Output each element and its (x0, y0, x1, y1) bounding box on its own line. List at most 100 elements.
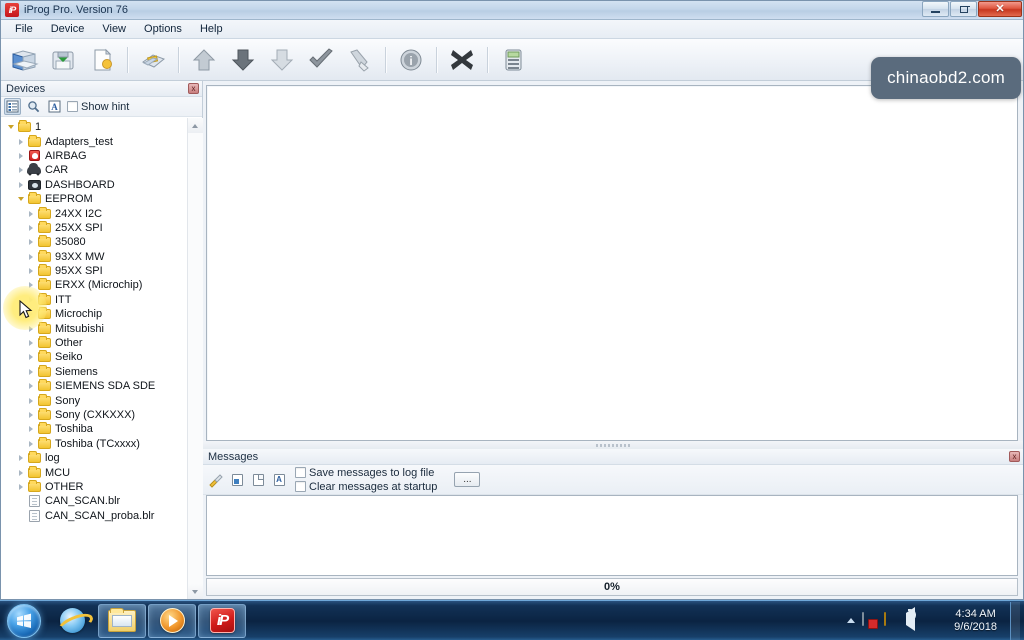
taskbar-windows-explorer[interactable] (98, 603, 146, 638)
show-hint-checkbox-row[interactable]: Show hint (67, 101, 129, 113)
message-font-button[interactable]: A (271, 472, 287, 488)
tray-volume-icon[interactable] (906, 607, 921, 631)
tree-node-expander-icon[interactable] (15, 167, 26, 174)
tree-node[interactable]: EEPROM (1, 192, 187, 206)
tree-node-expander-icon[interactable] (25, 268, 36, 275)
menu-item-options[interactable]: Options (136, 21, 190, 37)
tree-node-expander-icon[interactable] (5, 125, 16, 130)
tray-network-icon[interactable] (862, 612, 877, 628)
start-button[interactable] (2, 602, 46, 640)
scroll-down-button[interactable] (187, 584, 203, 599)
taskbar-internet-explorer[interactable] (48, 604, 96, 638)
tree-node[interactable]: log (1, 451, 187, 465)
tree-node-expander-icon[interactable] (25, 368, 36, 375)
menu-item-device[interactable]: Device (43, 21, 93, 37)
restore-button[interactable] (950, 1, 977, 17)
tree-node[interactable]: 24XX I2C (1, 206, 187, 220)
menu-item-file[interactable]: File (7, 21, 41, 37)
devices-tree-scrollbar[interactable] (187, 118, 203, 599)
tree-node[interactable]: CAR (1, 163, 187, 177)
tree-node[interactable]: CAN_SCAN.blr (1, 494, 187, 508)
tree-node-expander-icon[interactable] (25, 440, 36, 447)
tree-node-expander-icon[interactable] (25, 282, 36, 289)
verify-download-button[interactable] (263, 42, 301, 78)
new-file-button[interactable] (83, 42, 121, 78)
tree-node-expander-icon[interactable] (25, 397, 36, 404)
tree-node[interactable]: Siemens (1, 364, 187, 379)
read-button[interactable] (185, 42, 223, 78)
main-content-area[interactable] (206, 85, 1018, 441)
tree-node[interactable]: Adapters_test (1, 134, 187, 148)
tree-node[interactable]: 1 (1, 120, 187, 134)
tray-action-center-icon[interactable] (884, 612, 899, 628)
tree-node[interactable]: ITT (1, 292, 187, 307)
tree-node-expander-icon[interactable] (25, 383, 36, 390)
tree-node[interactable]: Microchip (1, 307, 187, 321)
save-messages-to-log-checkbox[interactable] (295, 467, 306, 478)
copy-messages-button[interactable] (250, 472, 266, 488)
tree-node-expander-icon[interactable] (25, 210, 36, 217)
tree-node-expander-icon[interactable] (15, 181, 26, 188)
tree-node[interactable]: 35080 (1, 235, 187, 249)
tree-node-expander-icon[interactable] (15, 483, 26, 490)
font-button[interactable]: A (46, 98, 63, 115)
taskbar-iprog[interactable]: iP (198, 603, 246, 638)
info-button[interactable]: i (392, 42, 430, 78)
menu-item-help[interactable]: Help (192, 21, 231, 37)
search-button[interactable] (25, 98, 42, 115)
clear-messages-at-startup-row[interactable]: Clear messages at startup (295, 481, 437, 493)
clear-messages-at-startup-checkbox[interactable] (295, 481, 306, 492)
taskbar-media-player[interactable] (148, 603, 196, 638)
messages-list[interactable] (206, 495, 1018, 576)
tree-node-expander-icon[interactable] (15, 455, 26, 462)
taskbar-clock[interactable]: 4:34 AM 9/6/2018 (950, 608, 1003, 634)
open-file-button[interactable] (5, 42, 43, 78)
verify-button[interactable] (302, 42, 340, 78)
title-bar[interactable]: iP iProg Pro. Version 76 ✕ (1, 1, 1023, 20)
clear-messages-button[interactable] (208, 472, 224, 488)
tree-node-expander-icon[interactable] (25, 412, 36, 418)
devices-tree[interactable]: 1 Adapters_test AIRBAG CAR DASHBOARD EEPROM 24… (1, 118, 187, 599)
show-hidden-icons-icon[interactable] (847, 618, 856, 623)
tree-node[interactable]: 25XX SPI (1, 220, 187, 235)
minimize-button[interactable] (922, 1, 949, 17)
menu-item-view[interactable]: View (94, 21, 134, 37)
devices-panel-close-icon[interactable]: x (188, 83, 199, 94)
tree-node[interactable]: Sony (CXKXXX) (1, 408, 187, 422)
tree-node[interactable]: Toshiba (1, 422, 187, 436)
tree-view-button[interactable] (4, 98, 21, 115)
tree-node-expander-icon[interactable] (25, 340, 36, 347)
save-messages-button[interactable] (229, 472, 245, 488)
erase-button[interactable] (341, 42, 379, 78)
tree-node[interactable]: Other (1, 336, 187, 350)
tree-node-expander-icon[interactable] (25, 224, 36, 231)
tree-node[interactable]: MCU (1, 465, 187, 479)
write-button[interactable] (224, 42, 262, 78)
tree-node-expander-icon[interactable] (25, 325, 36, 332)
tree-node[interactable]: ERXX (Microchip) (1, 278, 187, 292)
scrollbar-track[interactable] (187, 133, 203, 584)
scroll-up-button[interactable] (187, 118, 203, 133)
tree-node[interactable]: SIEMENS SDA SDE (1, 379, 187, 393)
tree-node-expander-icon[interactable] (25, 426, 36, 433)
calculator-button[interactable] (494, 42, 532, 78)
tree-node-expander-icon[interactable] (25, 239, 36, 246)
tree-node-expander-icon[interactable] (25, 354, 36, 361)
tree-node[interactable]: OTHER (1, 479, 187, 494)
tree-node[interactable]: Sony (1, 393, 187, 407)
device-select-button[interactable] (134, 42, 172, 78)
tree-node[interactable]: Toshiba (TCxxxx) (1, 436, 187, 451)
save-file-button[interactable] (44, 42, 82, 78)
tree-node[interactable]: 93XX MW (1, 249, 187, 264)
save-messages-to-log-row[interactable]: Save messages to log file (295, 467, 437, 479)
tree-node[interactable]: Seiko (1, 350, 187, 364)
tree-node[interactable]: DASHBOARD (1, 178, 187, 192)
tree-node-expander-icon[interactable] (15, 152, 26, 159)
tree-node-expander-icon[interactable] (15, 197, 26, 202)
show-desktop-button[interactable] (1010, 601, 1020, 640)
tree-node[interactable]: 95XX SPI (1, 264, 187, 278)
tree-node[interactable]: AIRBAG (1, 149, 187, 163)
browse-log-file-button[interactable]: ... (454, 472, 481, 487)
messages-panel-close-icon[interactable]: x (1009, 451, 1020, 462)
tray-security-icon[interactable] (928, 613, 943, 628)
